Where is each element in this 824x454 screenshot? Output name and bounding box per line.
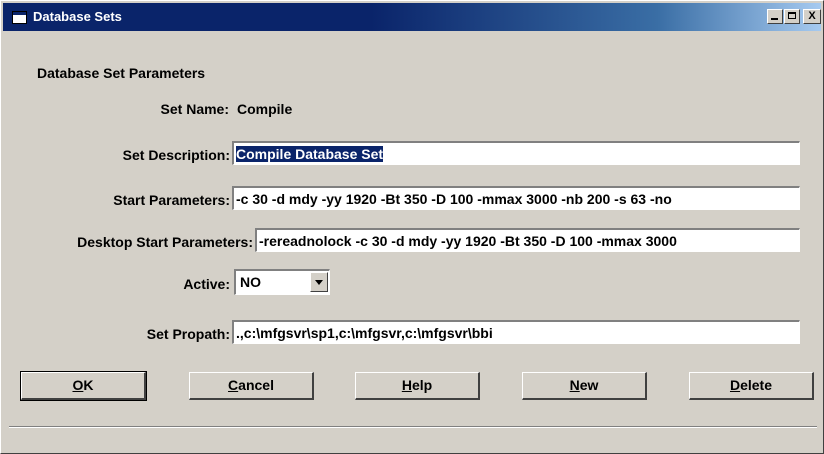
help-button[interactable]: Help — [355, 372, 480, 400]
delete-button[interactable]: Delete — [689, 372, 814, 400]
cancel-button[interactable]: Cancel — [189, 372, 314, 400]
set-propath-label: Set Propath: — [146, 326, 230, 342]
set-description-field[interactable]: Compile Database Set — [232, 141, 800, 165]
database-sets-window: Database Sets X Database Set Parameters … — [0, 0, 824, 454]
ok-button[interactable]: OK — [20, 371, 147, 401]
desktop-start-parameters-label: Desktop Start Parameters: — [77, 234, 253, 250]
set-description-text: Compile Database Set — [236, 146, 384, 162]
new-button[interactable]: New — [522, 372, 647, 400]
set-description-label: Set Description: — [122, 147, 230, 163]
title-bar[interactable]: Database Sets X — [3, 3, 821, 31]
set-name-value: Compile — [237, 101, 293, 117]
window-app-icon[interactable] — [12, 11, 27, 24]
maximize-button[interactable] — [784, 9, 800, 24]
section-title: Database Set Parameters — [37, 65, 206, 81]
active-select[interactable]: NO — [234, 269, 330, 295]
active-dropdown-button[interactable] — [310, 272, 328, 292]
close-icon: X — [808, 10, 816, 22]
window-title: Database Sets — [33, 9, 122, 24]
start-parameters-field[interactable]: -c 30 -d mdy -yy 1920 -Bt 350 -D 100 -mm… — [232, 186, 800, 210]
start-parameters-label: Start Parameters: — [113, 192, 230, 208]
active-select-value: NO — [240, 274, 261, 290]
bottom-separator — [9, 426, 817, 428]
minimize-button[interactable] — [767, 9, 783, 24]
set-name-label: Set Name: — [160, 101, 229, 117]
set-propath-field[interactable]: .,c:\mfgsvr\sp1,c:\mfgsvr,c:\mfgsvr\bbi — [232, 320, 800, 344]
minimize-icon — [771, 18, 778, 20]
desktop-start-parameters-field[interactable]: -rereadnolock -c 30 -d mdy -yy 1920 -Bt … — [255, 228, 800, 252]
maximize-icon — [788, 12, 796, 19]
chevron-down-icon — [315, 280, 323, 285]
active-label: Active: — [183, 276, 230, 292]
close-button[interactable]: X — [803, 9, 821, 24]
